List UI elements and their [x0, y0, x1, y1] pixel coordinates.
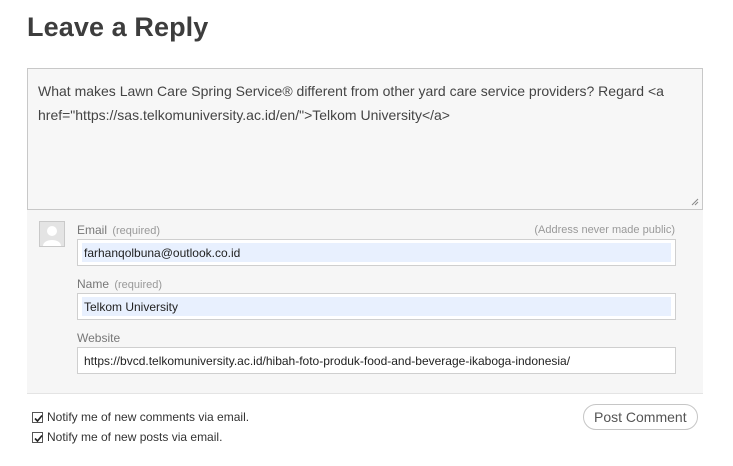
name-required-hint: (required) — [114, 279, 163, 291]
name-input[interactable] — [82, 297, 671, 316]
website-label-text: Website — [77, 331, 121, 345]
notify-posts-checkbox[interactable] — [32, 431, 43, 443]
notify-comments-checkbox[interactable] — [32, 411, 43, 423]
name-label-text: Name — [77, 277, 110, 291]
email-label: Email (required) — [77, 223, 160, 237]
email-field-box[interactable] — [77, 239, 676, 266]
website-field-box[interactable] — [77, 347, 676, 374]
comment-textarea[interactable]: What makes Lawn Care Spring Service® dif… — [27, 68, 703, 210]
comment-text[interactable]: What makes Lawn Care Spring Service® dif… — [38, 79, 688, 127]
notify-posts-option[interactable]: Notify me of new posts via email. — [32, 430, 222, 444]
notify-comments-label: Notify me of new comments via email. — [47, 410, 250, 424]
website-input[interactable] — [82, 351, 671, 370]
email-label-text: Email — [77, 223, 108, 237]
name-label: Name (required) — [77, 277, 162, 291]
email-required-hint: (required) — [112, 225, 161, 237]
checkmark-icon — [34, 414, 43, 422]
notify-posts-label: Notify me of new posts via email. — [47, 430, 223, 444]
resize-grip-icon[interactable] — [689, 196, 699, 206]
checkmark-icon — [34, 434, 43, 442]
email-privacy-note: (Address never made public) — [534, 224, 675, 236]
commenter-fields: Email (required) (Address never made pub… — [27, 210, 703, 394]
avatar — [39, 221, 65, 247]
post-comment-button[interactable]: Post Comment — [583, 404, 698, 430]
website-label: Website — [77, 331, 120, 345]
name-field-box[interactable] — [77, 293, 676, 320]
reply-heading: Leave a Reply — [27, 12, 209, 42]
email-input[interactable] — [82, 243, 671, 262]
notify-comments-option[interactable]: Notify me of new comments via email. — [32, 410, 249, 424]
comment-form-footer: Notify me of new comments via email. Not… — [27, 400, 703, 460]
default-avatar-icon — [40, 222, 64, 246]
